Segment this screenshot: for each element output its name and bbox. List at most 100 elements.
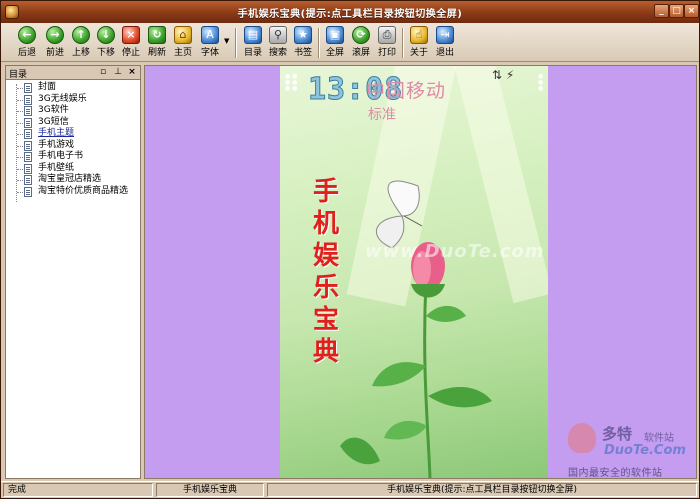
tree-item-phone-games[interactable]: 手机游戏 xyxy=(6,140,140,152)
back-label: 后退 xyxy=(17,48,36,58)
font-dropdown-arrow-icon[interactable]: ▼ xyxy=(224,37,229,45)
arrow-up-icon: ↑ xyxy=(72,26,90,44)
document-icon xyxy=(24,94,32,105)
status-bar: 完成 手机娱乐宝典 手机娱乐宝典(提示:点工具栏目录按钮切换全屏) xyxy=(1,481,699,498)
move-up-button[interactable]: ↑ 上移 xyxy=(69,26,93,59)
contents-label: 目录 xyxy=(243,48,262,58)
move-down-label: 下移 xyxy=(96,48,115,58)
site-watermark-slogan: 国内最安全的软件站 xyxy=(568,468,663,479)
toolbar-separator xyxy=(318,28,320,58)
tree-item-phone-wallpapers[interactable]: 手机壁纸 xyxy=(6,163,140,175)
print-label: 打印 xyxy=(377,48,396,58)
status-text: 完成 xyxy=(3,483,153,497)
tree-item-phone-ebooks[interactable]: 手机电子书 xyxy=(6,151,140,163)
search-label: 搜索 xyxy=(268,48,287,58)
document-icon xyxy=(24,140,32,151)
tree-item-phone-themes[interactable]: 手机主题 xyxy=(6,128,140,140)
contents-tree: 封面 3G无线娱乐 3G软件 3G短信 手机主题 手机游戏 手机电子书 手机壁纸… xyxy=(6,80,140,202)
site-watermark-suffix: 软件站 xyxy=(644,433,674,444)
document-icon xyxy=(24,175,32,185)
contents-button[interactable]: ▤ 目录 xyxy=(241,26,265,59)
home-icon: ⌂ xyxy=(174,26,192,44)
tree-item-cover[interactable]: 封面 xyxy=(6,82,140,94)
move-up-label: 上移 xyxy=(71,48,90,58)
refresh-label: 刷新 xyxy=(147,48,166,58)
close-button[interactable]: × xyxy=(684,4,699,18)
tree-item-label: 手机主题 xyxy=(38,128,75,138)
font-label: 字体 xyxy=(200,48,219,58)
tree-item-label: 淘宝皇冠店精选 xyxy=(38,174,102,184)
back-button[interactable]: ← 后退 xyxy=(13,26,41,59)
status-hint: 手机娱乐宝典(提示:点工具栏目录按钮切换全屏) xyxy=(267,483,697,497)
window-title: 手机娱乐宝典(提示:点工具栏目录按钮切换全屏) xyxy=(237,9,463,20)
phone-wallpaper-image: ● ● ● ● ● ● ● ● ● 13:08 中国移动 标准 ⇅ ⚡ 手机娱乐宝典 xyxy=(280,66,548,478)
stop-button[interactable]: × 停止 xyxy=(119,26,143,59)
font-icon: A xyxy=(201,26,219,44)
contents-icon: ▤ xyxy=(244,26,262,44)
bookmark-icon: ★ xyxy=(294,26,312,44)
toolbar: ← 后退 → 前进 ↑ 上移 ↓ 下移 × 停止 ↻ 刷新 ⌂ 主页 A 字体 xyxy=(1,23,699,62)
bookmark-button[interactable]: ★ 书签 xyxy=(291,26,315,59)
home-label: 主页 xyxy=(173,48,192,58)
tree-item-label: 3G无线娱乐 xyxy=(38,93,87,104)
document-icon xyxy=(24,163,32,174)
fullscreen-icon: ▣ xyxy=(326,26,344,44)
document-icon xyxy=(24,152,32,162)
scroll-button[interactable]: ⟳ 滚屏 xyxy=(349,26,373,59)
maximize-button[interactable]: □ xyxy=(669,4,684,18)
minimize-button[interactable]: _ xyxy=(654,4,669,18)
tree-item-3g-software[interactable]: 3G软件 xyxy=(6,105,140,117)
status-book-name: 手机娱乐宝典 xyxy=(156,483,264,497)
stop-label: 停止 xyxy=(121,48,140,58)
site-watermark-name: 多特 xyxy=(602,425,633,443)
tree-item-label: 淘宝特价优质商品精选 xyxy=(38,185,129,196)
tree-item-label: 手机游戏 xyxy=(38,139,75,150)
scroll-label: 滚屏 xyxy=(351,48,370,58)
refresh-button[interactable]: ↻ 刷新 xyxy=(145,26,169,59)
tree-item-taobao-deals[interactable]: 淘宝特价优质商品精选 xyxy=(6,186,140,198)
document-icon xyxy=(24,83,32,93)
refresh-icon: ↻ xyxy=(148,26,166,44)
print-button[interactable]: ⎙ 打印 xyxy=(375,26,399,59)
move-down-button[interactable]: ↓ 下移 xyxy=(94,26,118,59)
bookmark-label: 书签 xyxy=(293,48,312,58)
flower-illustration xyxy=(340,180,492,478)
document-icon xyxy=(24,186,32,197)
about-button[interactable]: ☝ 关于 xyxy=(407,26,431,59)
arrow-right-icon: → xyxy=(46,26,64,44)
document-icon xyxy=(24,117,32,128)
forward-button[interactable]: → 前进 xyxy=(41,26,69,59)
tree-item-3g-entertainment[interactable]: 3G无线娱乐 xyxy=(6,94,140,106)
exit-icon: ⇥ xyxy=(436,26,454,44)
tree-item-3g-sms[interactable]: 3G短信 xyxy=(6,117,140,129)
document-icon xyxy=(24,129,32,139)
scroll-icon: ⟳ xyxy=(352,26,370,44)
panel-close-icon[interactable]: × xyxy=(127,67,137,78)
search-button[interactable]: ⚲ 搜索 xyxy=(266,26,290,59)
title-bar[interactable]: 手机娱乐宝典(提示:点工具栏目录按钮切换全屏) _ □ × xyxy=(1,1,699,23)
contents-panel: 目录 ▫ ⊥ × 封面 3G无线娱乐 3G软件 3G短信 手机主题 手机游戏 手… xyxy=(5,65,141,479)
site-watermark: 多特 软件站 DuoTe.Com 国内最安全的软件站 xyxy=(566,421,698,479)
tree-item-label: 手机壁纸 xyxy=(38,162,75,173)
exit-button[interactable]: ⇥ 退出 xyxy=(433,26,457,59)
toolbar-separator xyxy=(235,28,237,58)
home-button[interactable]: ⌂ 主页 xyxy=(171,26,195,59)
tree-item-label: 手机电子书 xyxy=(38,151,84,161)
content-watermark: www.DuoTe.com xyxy=(365,241,545,262)
panel-menu-icon[interactable]: ▫ xyxy=(98,67,108,78)
toolbar-separator xyxy=(402,28,404,58)
site-watermark-domain: DuoTe.Com xyxy=(604,443,686,458)
tree-item-label: 3G软件 xyxy=(38,105,69,115)
content-area[interactable]: ● ● ● ● ● ● ● ● ● 13:08 中国移动 标准 ⇅ ⚡ 手机娱乐宝典 xyxy=(144,65,697,479)
about-icon: ☝ xyxy=(410,26,428,44)
search-icon: ⚲ xyxy=(269,26,287,44)
fullscreen-button[interactable]: ▣ 全屏 xyxy=(323,26,347,59)
tree-item-taobao-crown[interactable]: 淘宝皇冠店精选 xyxy=(6,174,140,186)
tree-item-label: 封面 xyxy=(38,82,57,92)
font-button[interactable]: A 字体 xyxy=(197,26,223,59)
forward-label: 前进 xyxy=(45,48,64,58)
app-window: 手机娱乐宝典(提示:点工具栏目录按钮切换全屏) _ □ × ← 后退 → 前进 … xyxy=(0,0,700,499)
mascot-icon xyxy=(568,423,596,453)
panel-pin-icon[interactable]: ⊥ xyxy=(113,67,123,78)
tree-item-label: 3G短信 xyxy=(38,116,69,127)
